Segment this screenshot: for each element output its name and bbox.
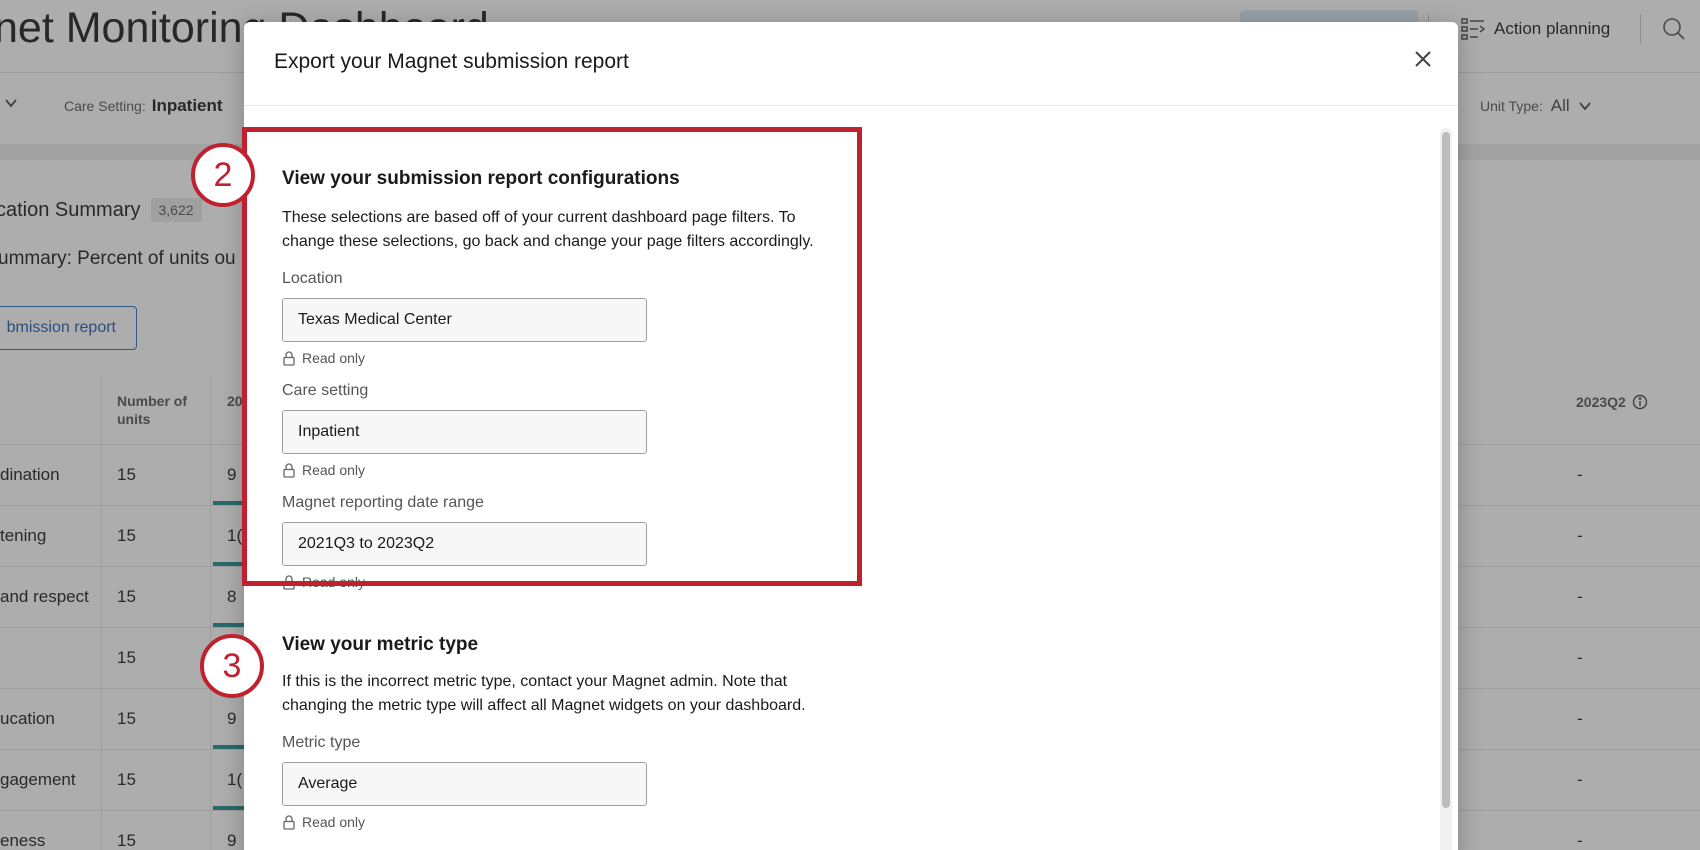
step-3-callout: 3 — [200, 634, 264, 698]
lock-icon — [283, 814, 295, 830]
step-2-callout: 2 — [191, 143, 255, 207]
metric-type-label: Metric type — [282, 734, 361, 751]
modal-header: Export your Magnet submission report — [244, 22, 1458, 106]
metric-section-description: If this is the incorrect metric type, co… — [282, 673, 806, 714]
highlight-box — [242, 127, 862, 586]
read-only-label: Read only — [302, 814, 366, 830]
scrollbar-thumb[interactable] — [1442, 132, 1450, 808]
metric-type-field[interactable]: Average — [282, 762, 647, 806]
close-icon[interactable] — [1412, 48, 1434, 70]
read-only-note: Read only — [283, 814, 365, 830]
metric-section-title: View your metric type — [282, 634, 479, 655]
modal-title: Export your Magnet submission report — [274, 50, 629, 73]
